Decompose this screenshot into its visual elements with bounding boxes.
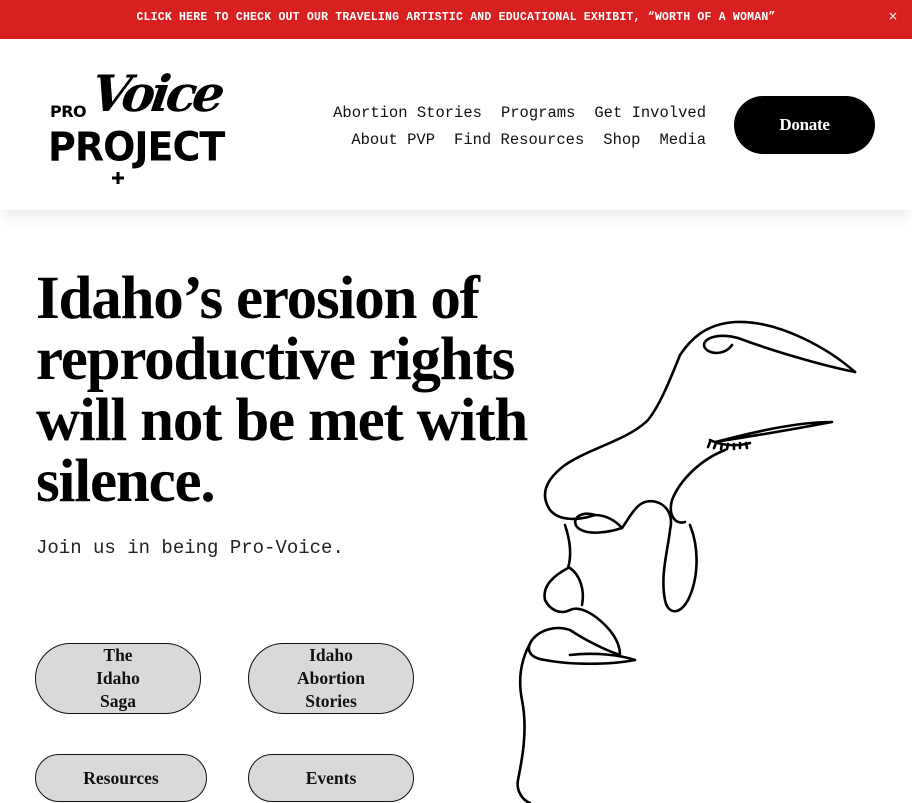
nav-shop[interactable]: Shop	[603, 127, 640, 154]
events-button[interactable]: Events	[248, 754, 414, 802]
site-header: PRO Voice PROJECT Abortion Stories Progr…	[0, 39, 912, 210]
logo-project-text: PROJECT	[48, 123, 225, 171]
nav-media[interactable]: Media	[659, 127, 706, 154]
nav-row-2: About PVP Find Resources Shop Media	[306, 127, 706, 154]
announcement-text[interactable]: CLICK HERE TO CHECK OUT OUR TRAVELING AR…	[136, 11, 775, 24]
idaho-saga-label: The Idaho Saga	[96, 645, 140, 711]
logo-voice-text: Voice	[87, 64, 225, 123]
events-label: Events	[305, 767, 357, 788]
nav-get-involved[interactable]: Get Involved	[594, 100, 706, 127]
nav-abortion-stories[interactable]: Abortion Stories	[333, 100, 482, 127]
nav-find-resources[interactable]: Find Resources	[454, 127, 584, 154]
idaho-abortion-stories-label: Idaho Abortion Stories	[296, 645, 366, 711]
hero-subtitle: Join us in being Pro-Voice.	[36, 537, 344, 559]
main-nav: Abortion Stories Programs Get Involved A…	[306, 100, 706, 154]
close-icon[interactable]: ×	[888, 9, 898, 23]
announcement-bar[interactable]: CLICK HERE TO CHECK OUT OUR TRAVELING AR…	[0, 0, 912, 39]
venus-symbol-icon	[112, 172, 124, 184]
logo-pro-text: PRO	[50, 102, 87, 121]
idaho-saga-button[interactable]: The Idaho Saga	[35, 643, 201, 714]
idaho-abortion-stories-button[interactable]: Idaho Abortion Stories	[248, 643, 414, 714]
donate-button[interactable]: Donate	[734, 96, 875, 154]
resources-button[interactable]: Resources	[35, 754, 207, 802]
pro-voice-project-logo[interactable]: PRO Voice PROJECT	[48, 64, 228, 190]
resources-label: Resources	[83, 767, 159, 788]
nav-programs[interactable]: Programs	[501, 100, 575, 127]
hero-title: Idaho’s erosion of reproductive rights w…	[36, 265, 528, 515]
line-art-face-illustration	[516, 320, 857, 803]
nav-about-pvp[interactable]: About PVP	[351, 127, 435, 154]
nav-row-1: Abortion Stories Programs Get Involved	[306, 100, 706, 127]
